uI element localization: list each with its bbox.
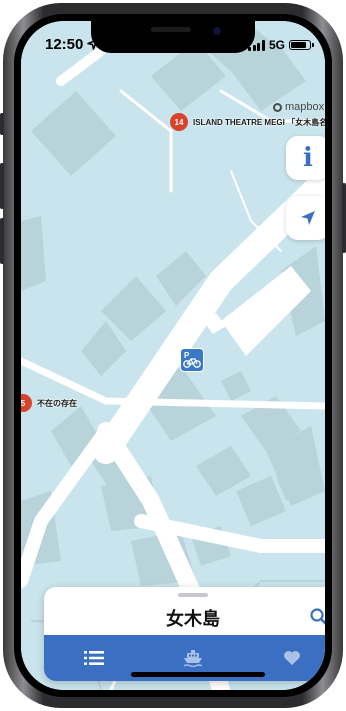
info-button[interactable]: i <box>286 136 325 180</box>
signal-icon <box>248 39 265 51</box>
poi-number-badge: 5 <box>21 394 32 412</box>
bezel: 12:50 5G mapbox 14 ISLAND THEATRE MEGI 「… <box>14 14 332 697</box>
poi-label: ISLAND THEATRE MEGI 「女木島名画座」 <box>193 117 325 127</box>
list-icon <box>83 651 104 665</box>
sheet-title: 女木島 <box>166 609 220 629</box>
mapbox-logo-icon <box>273 102 282 112</box>
status-indicators: 5G <box>248 38 314 52</box>
bicycle-parking-icon: P <box>183 351 201 368</box>
screen: 12:50 5G mapbox 14 ISLAND THEATRE MEGI 「… <box>21 21 325 690</box>
tab-list[interactable] <box>44 635 143 681</box>
poi-label: 不在の存在 <box>37 398 77 408</box>
status-time: 12:50 <box>45 36 99 53</box>
power-button <box>342 183 346 253</box>
battery-icon <box>289 40 314 50</box>
search-icon <box>310 608 325 625</box>
poi-marker[interactable]: 14 ISLAND THEATRE MEGI 「女木島名画座」 <box>170 113 325 131</box>
network-type: 5G <box>268 38 285 52</box>
locate-me-button[interactable] <box>286 196 325 240</box>
home-indicator[interactable] <box>131 672 265 677</box>
poi-number-badge: 14 <box>170 113 188 131</box>
heart-icon <box>284 651 301 665</box>
mute-switch <box>0 113 4 135</box>
poi-marker[interactable]: 5 不在の存在 <box>21 394 77 412</box>
mapbox-attribution[interactable]: mapbox <box>273 101 324 113</box>
info-icon: i <box>303 143 313 173</box>
phone-frame: 12:50 5G mapbox 14 ISLAND THEATRE MEGI 「… <box>0 3 346 708</box>
notch <box>91 21 255 53</box>
sheet-grabber[interactable] <box>178 593 208 597</box>
volume-up-button <box>0 163 4 209</box>
svg-text:P: P <box>184 351 190 360</box>
bottom-sheet[interactable]: 女木島 <box>44 587 325 681</box>
volume-down-button <box>0 218 4 264</box>
search-button[interactable] <box>308 606 325 628</box>
location-services-icon <box>87 39 99 50</box>
ferry-icon <box>183 650 202 667</box>
bicycle-parking-marker[interactable]: P <box>181 349 203 371</box>
location-arrow-icon <box>301 211 315 225</box>
